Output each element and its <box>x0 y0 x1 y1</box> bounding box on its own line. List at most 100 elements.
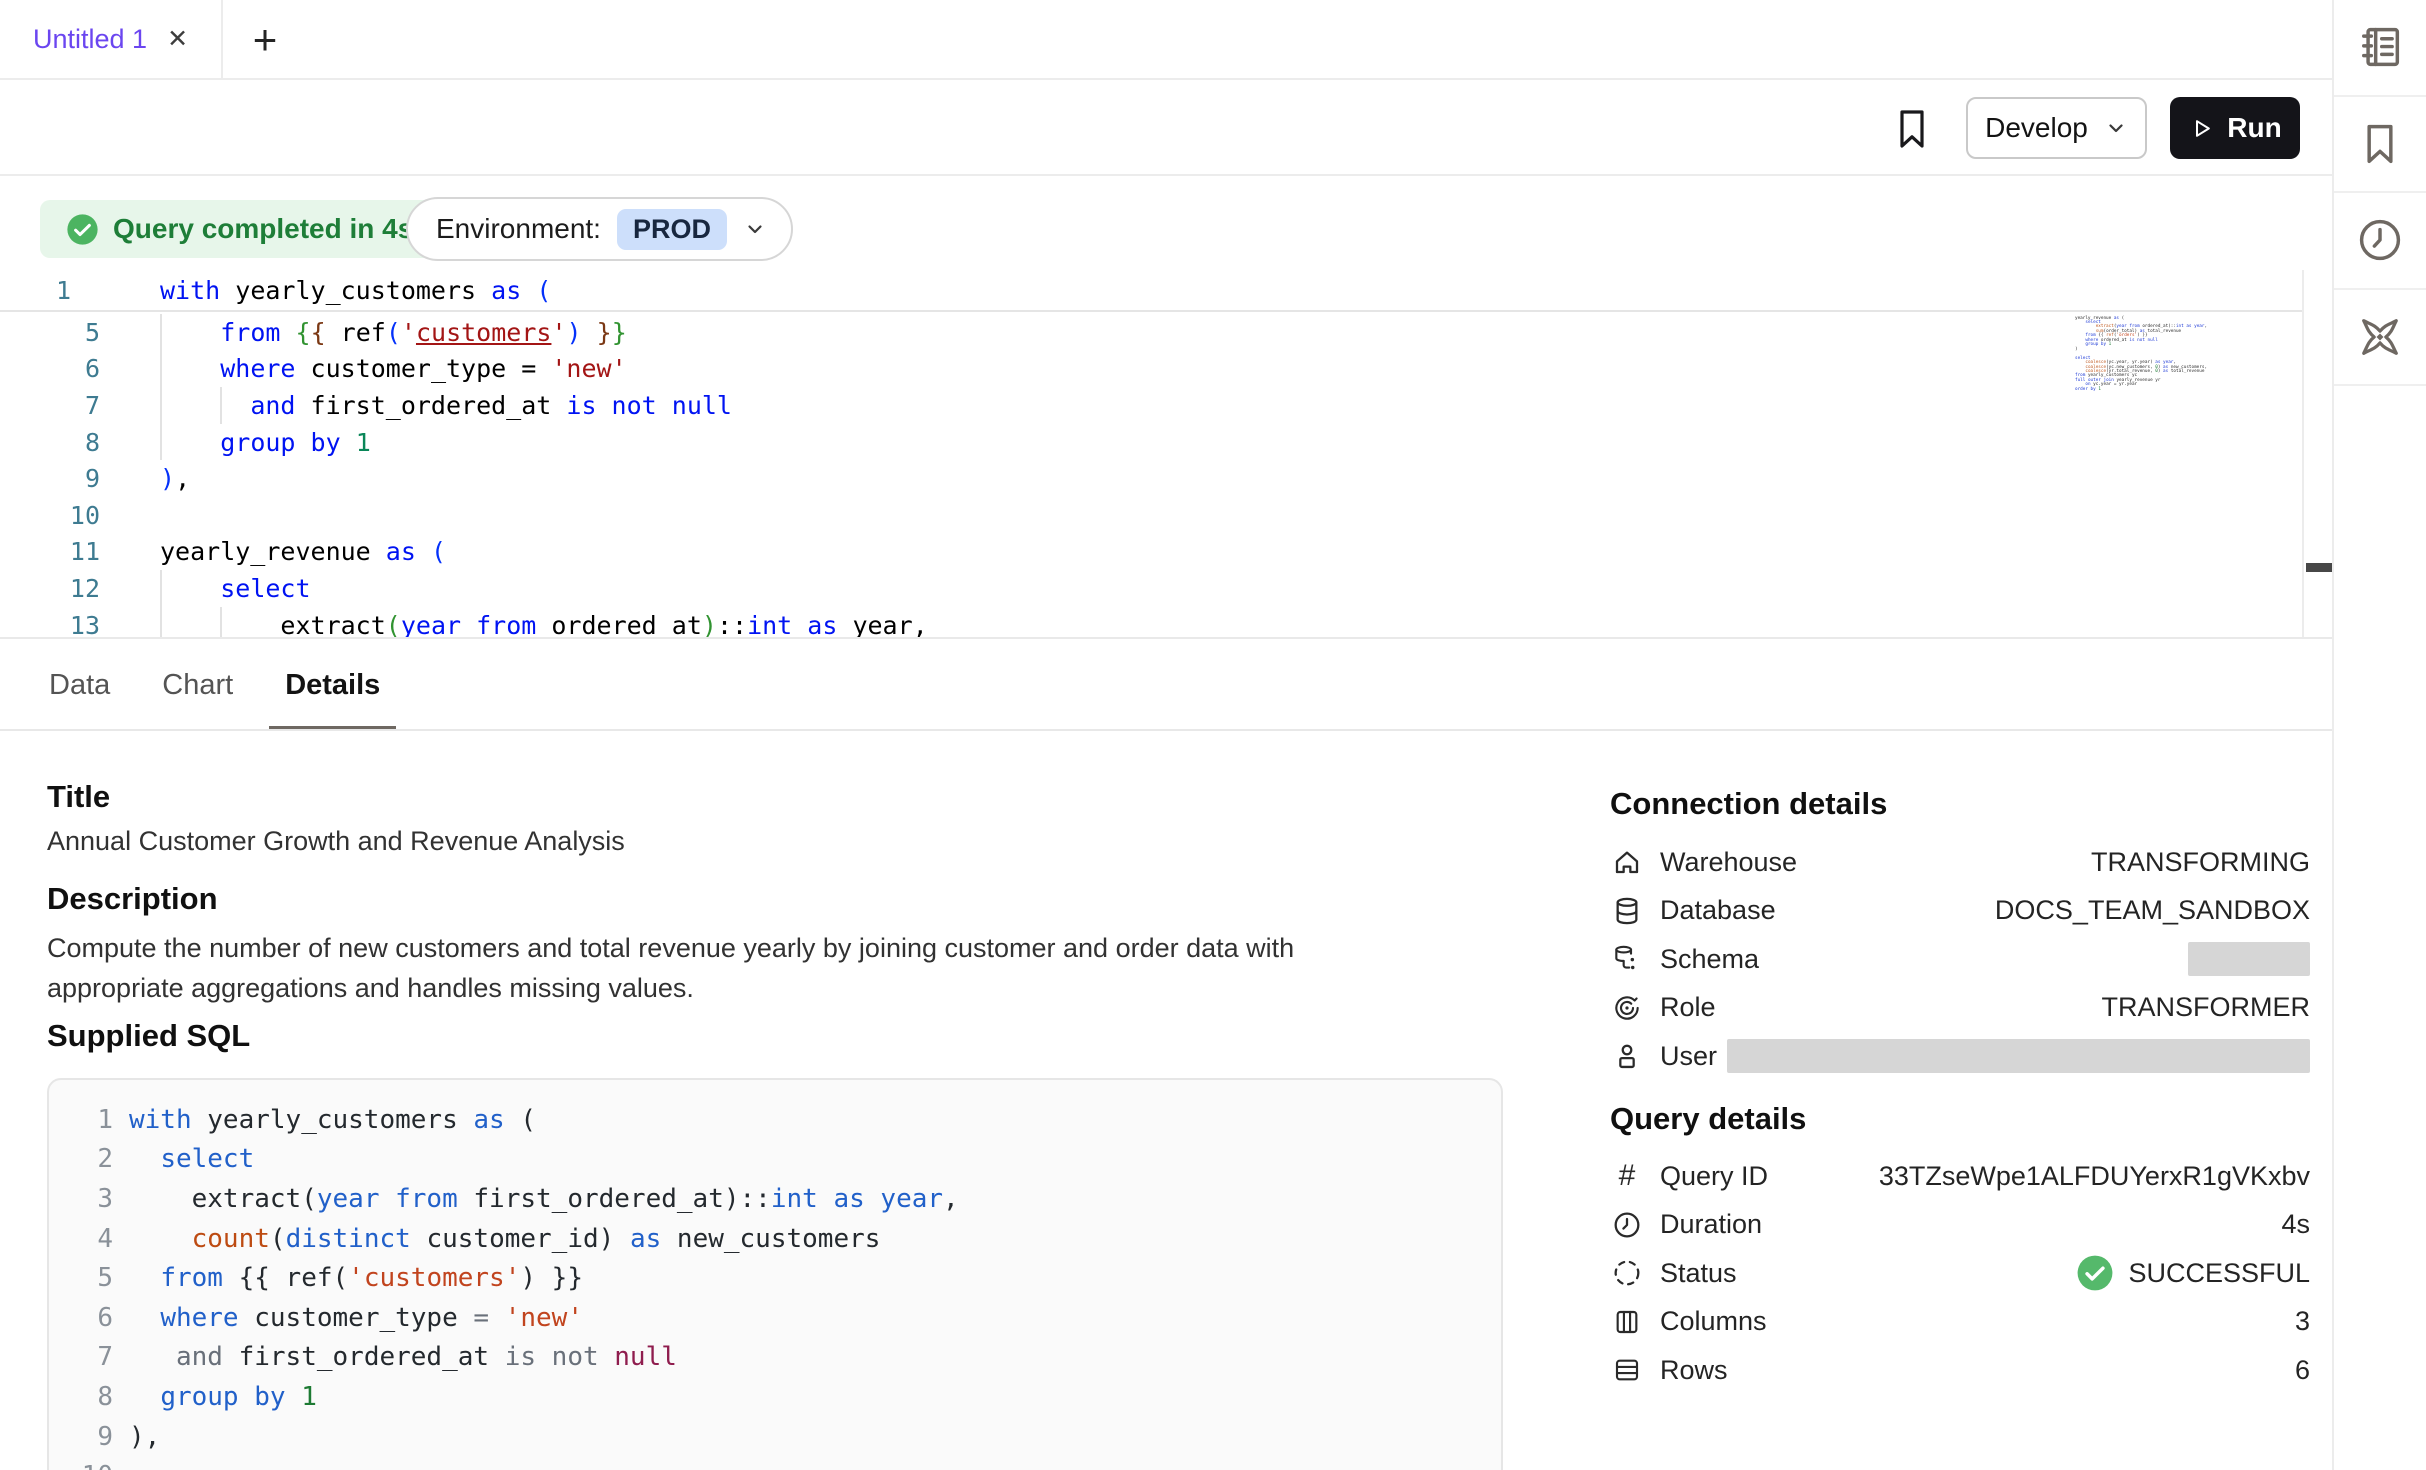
detail-label: Warehouse <box>1660 847 1797 878</box>
code-line: 9), <box>73 1417 1491 1457</box>
sidebar-item-history[interactable] <box>2334 193 2426 290</box>
toolbar: Develop Run <box>0 80 2332 176</box>
connection-row: User <box>1610 1032 2310 1081</box>
code-line: 6 where customer_type = 'new' <box>73 1298 1491 1338</box>
editor-scrollbar[interactable] <box>2302 270 2332 637</box>
connection-row: Database DOCS_TEAM_SANDBOX <box>1610 887 2310 936</box>
query-details-heading: Query details <box>1610 1101 1806 1137</box>
ide-app: Untitled 1 ✕ + Develop Run Query complet… <box>0 0 2426 1470</box>
results-tabs-border <box>0 729 2332 731</box>
schema-icon <box>1610 942 1644 976</box>
detail-label: Duration <box>1660 1209 1762 1240</box>
sql-editor[interactable]: 5 from {{ ref('customers') }}6 where cus… <box>0 270 2332 639</box>
sidebar-item-bookmarks[interactable] <box>2334 97 2426 194</box>
code-line: 10 <box>0 497 2332 534</box>
detail-value: DOCS_TEAM_SANDBOX <box>1995 895 2310 926</box>
editor-lines: 5 from {{ ref('customers') }}6 where cus… <box>0 314 2332 639</box>
detail-label: Status <box>1660 1258 1737 1289</box>
rows-icon <box>1610 1353 1644 1387</box>
sidebar-item-notebook[interactable] <box>2334 0 2426 97</box>
develop-label: Develop <box>1985 112 2088 144</box>
chevron-down-icon <box>2104 116 2128 140</box>
detail-label: Role <box>1660 992 1716 1023</box>
detail-value: 3 <box>2295 1306 2310 1337</box>
chevron-down-icon <box>743 217 767 241</box>
right-sidebar <box>2332 0 2426 1470</box>
environment-selector[interactable]: Environment: PROD <box>406 197 793 261</box>
code-line: 12 select <box>0 570 2332 607</box>
notebook-icon <box>2354 21 2406 73</box>
detail-value: TRANSFORMING <box>2091 847 2310 878</box>
role-icon <box>1610 991 1644 1025</box>
connection-details-heading: Connection details <box>1610 786 1887 822</box>
run-label: Run <box>2227 112 2281 144</box>
code-line: 8 group by 1 <box>0 424 2332 461</box>
plus-icon: + <box>253 16 278 64</box>
code-line: 7 and first_ordered_at is not null <box>73 1338 1491 1378</box>
detail-label: Query ID <box>1660 1161 1768 1192</box>
bookmark-icon <box>2354 118 2406 170</box>
play-icon <box>2188 115 2215 142</box>
query-details-rows: # Query ID 33TZseWpe1ALFDUYerxR1gVKxbv Dura… <box>1610 1152 2310 1395</box>
orchestrate-icon <box>2354 311 2406 363</box>
user-icon <box>1610 1039 1644 1073</box>
code-line: 2 select <box>73 1140 1491 1180</box>
redacted-value <box>1727 1039 2310 1073</box>
detail-value: 6 <box>2295 1355 2310 1386</box>
detail-label: Columns <box>1660 1306 1767 1337</box>
close-icon[interactable]: ✕ <box>167 27 188 52</box>
detail-value: 4s <box>2281 1209 2310 1240</box>
description-value: Compute the number of new customers and … <box>47 928 1397 1008</box>
detail-value: 33TZseWpe1ALFDUYerxR1gVKxbv <box>1879 1161 2310 1192</box>
title-value: Annual Customer Growth and Revenue Analy… <box>47 826 625 857</box>
query-row: Columns 3 <box>1610 1298 2310 1347</box>
run-button[interactable]: Run <box>2170 97 2300 159</box>
tab-data[interactable]: Data <box>47 640 112 731</box>
database-icon <box>1610 894 1644 928</box>
query-row: Rows 6 <box>1610 1346 2310 1395</box>
sidebar-item-orchestrate[interactable] <box>2334 290 2426 387</box>
query-row: # Query ID 33TZseWpe1ALFDUYerxR1gVKxbv <box>1610 1152 2310 1201</box>
query-row: StatusSUCCESSFUL <box>1610 1249 2310 1298</box>
develop-dropdown[interactable]: Develop <box>1966 97 2147 159</box>
environment-value-chip: PROD <box>617 209 727 250</box>
code-line: 7 and first_ordered_at is not null <box>0 387 2332 424</box>
check-circle-icon <box>66 213 99 246</box>
scrollbar-thumb[interactable] <box>2306 563 2332 572</box>
tab-label: Untitled 1 <box>33 24 147 55</box>
tab-bar: Untitled 1 ✕ + <box>0 0 2332 80</box>
description-heading: Description <box>47 881 218 917</box>
clock-icon <box>1610 1208 1644 1242</box>
code-line: 9), <box>0 460 2332 497</box>
detail-label: User <box>1660 1041 1717 1072</box>
query-row: Duration 4s <box>1610 1201 2310 1250</box>
environment-label: Environment: <box>436 213 601 245</box>
results-tabs: Data Chart Details <box>47 640 382 731</box>
code-line: 1with yearly_customers as ( <box>73 1100 1491 1140</box>
bookmark-button[interactable] <box>1888 105 1936 153</box>
tab-chart[interactable]: Chart <box>160 640 235 731</box>
tab-details[interactable]: Details <box>283 640 382 731</box>
code-line: 5 from {{ ref('customers') }} <box>0 314 2332 351</box>
code-line: 13 extract(year from ordered_at)::int as… <box>0 607 2332 639</box>
tab-untitled-1[interactable]: Untitled 1 ✕ <box>0 0 223 78</box>
code-line: 5 from {{ ref('customers') }} <box>73 1258 1491 1298</box>
connection-row: Role TRANSFORMER <box>1610 984 2310 1033</box>
detail-label: Rows <box>1660 1355 1728 1386</box>
code-line: 10 <box>73 1456 1491 1470</box>
connection-details-rows: Warehouse TRANSFORMING Database DOCS_TEAM_S… <box>1610 838 2310 1081</box>
columns-icon <box>1610 1305 1644 1339</box>
spinner-icon <box>1610 1256 1644 1290</box>
new-tab-button[interactable]: + <box>240 15 290 65</box>
status-row: Query completed in 4s Environment: PROD <box>0 176 2332 270</box>
warehouse-icon <box>1610 845 1644 879</box>
success-check-icon <box>2076 1254 2114 1292</box>
code-line: 8 group by 1 <box>73 1377 1491 1417</box>
code-line: 3 extract(year from first_ordered_at)::i… <box>73 1179 1491 1219</box>
detail-label: Database <box>1660 895 1776 926</box>
query-status-badge: Query completed in 4s <box>40 200 439 258</box>
editor-sticky-line: 1with yearly_customers as ( <box>0 270 2302 312</box>
connection-row: Warehouse TRANSFORMING <box>1610 838 2310 887</box>
hash-icon: # <box>1610 1159 1644 1193</box>
detail-value: TRANSFORMER <box>2102 992 2311 1023</box>
